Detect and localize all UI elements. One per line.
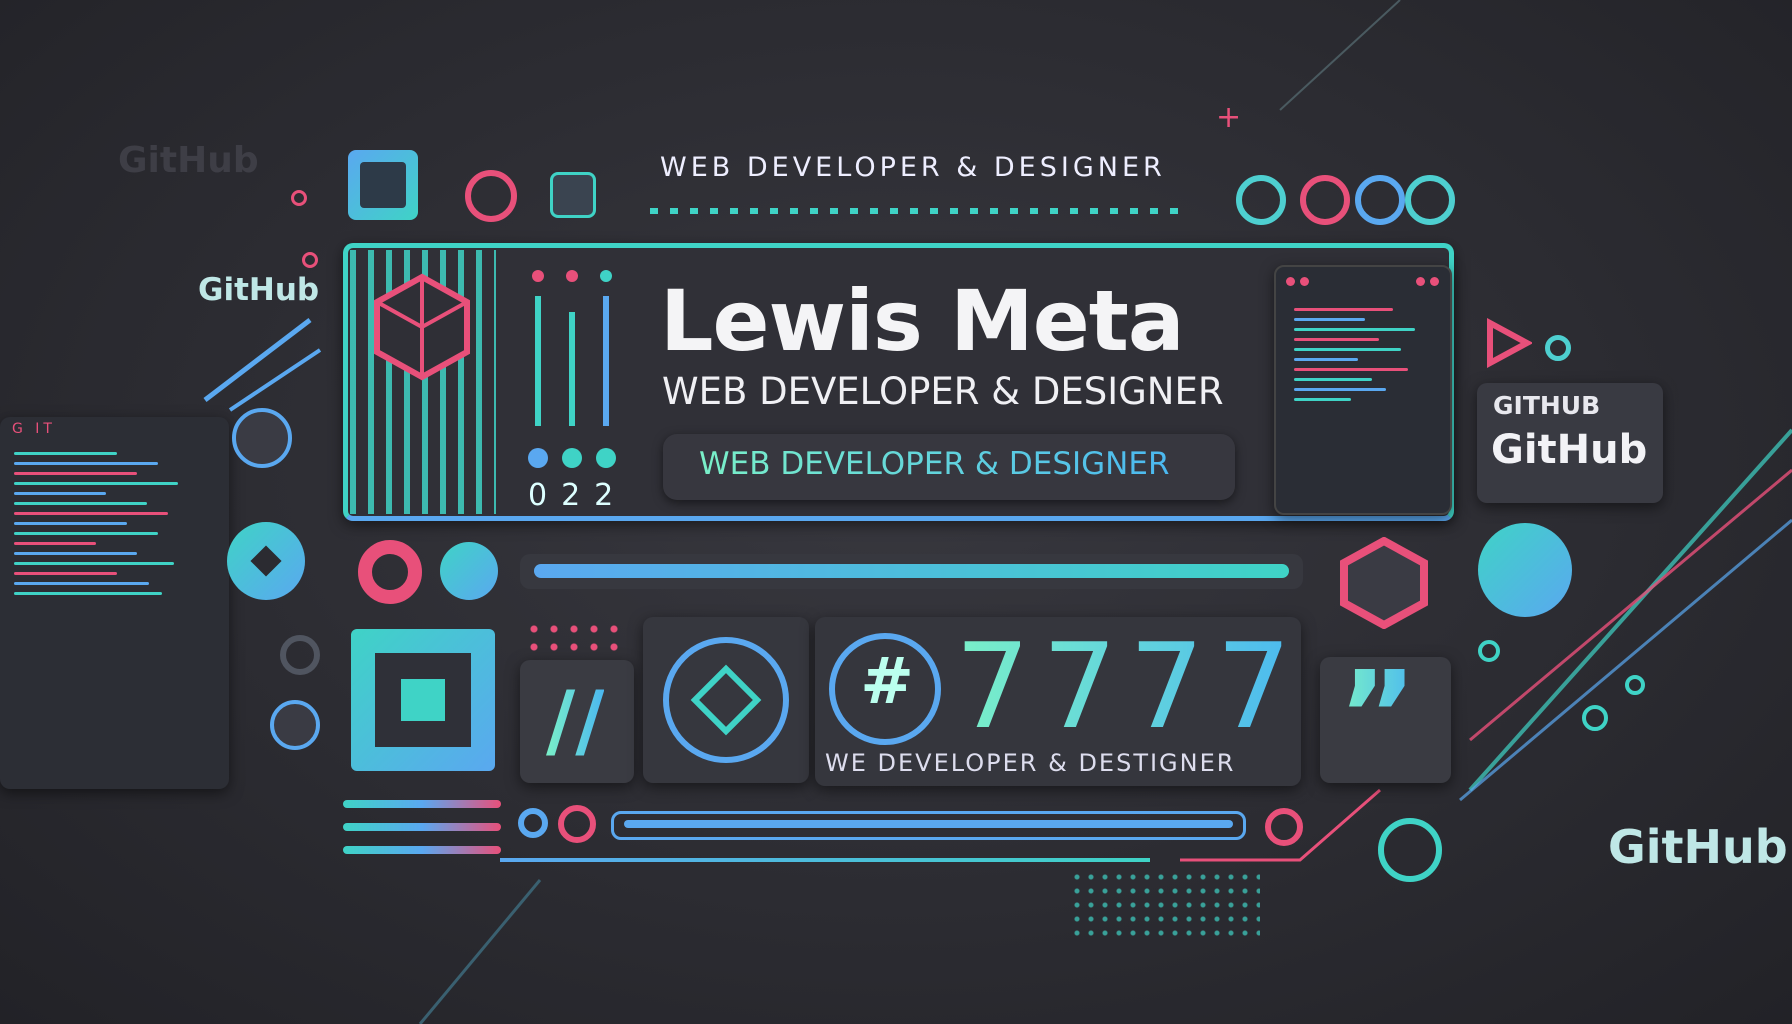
play-icon[interactable] — [232, 408, 292, 468]
slider-group: 022 — [528, 268, 624, 513]
slider-knob[interactable] — [528, 448, 548, 468]
play-icon[interactable] — [1482, 318, 1532, 368]
circle-icon[interactable] — [1236, 175, 1286, 225]
github-faded-label: GitHub — [118, 140, 259, 181]
record-icon[interactable] — [558, 805, 596, 843]
hero-subtitle: WEB DEVELOPER & DESIGNER — [662, 370, 1224, 413]
progress-bar[interactable] — [520, 554, 1303, 589]
slash-card[interactable]: // — [520, 660, 634, 783]
header-tagline: WEB DEVELOPER & DESIGNER — [660, 152, 1166, 183]
dot-grid — [1070, 870, 1260, 940]
particle — [1478, 640, 1500, 662]
circle-icon — [1545, 335, 1571, 361]
circle-icon[interactable] — [1405, 175, 1455, 225]
particle — [1625, 675, 1645, 695]
github-box[interactable]: GITHUB GitHub — [1477, 383, 1663, 503]
left-code-panel: G IT — [0, 417, 229, 789]
cloud-icon[interactable] — [550, 172, 596, 218]
dot-divider — [650, 208, 1190, 214]
circle-icon — [518, 808, 548, 838]
code-window — [1274, 265, 1452, 515]
bottom-bar[interactable] — [611, 811, 1246, 840]
hexagon-icon[interactable] — [1338, 537, 1430, 629]
hexagon-cube-icon — [374, 273, 470, 381]
diag-line — [228, 348, 322, 412]
github-left-label[interactable]: GitHub — [198, 272, 319, 308]
play-circle-icon[interactable] — [440, 542, 498, 600]
record-icon[interactable] — [358, 540, 422, 604]
circle-icon[interactable] — [1300, 175, 1350, 225]
music-icon[interactable] — [270, 700, 320, 750]
diamond-icon[interactable] — [227, 522, 305, 600]
slider-knob[interactable] — [562, 448, 582, 468]
record-icon[interactable] — [465, 170, 517, 222]
slider-track[interactable] — [603, 296, 609, 426]
accent-line — [343, 846, 501, 854]
quote-icon: ” — [1338, 647, 1417, 786]
plus-icon: + — [1216, 100, 1242, 135]
circle-icon[interactable] — [1355, 175, 1405, 225]
slider-track[interactable] — [535, 296, 541, 426]
slider-track[interactable] — [569, 312, 575, 426]
hero-name: Lewis Meta — [660, 272, 1185, 370]
slash-icon: // — [546, 674, 605, 767]
accent-line — [343, 800, 501, 808]
diamond-icon[interactable] — [1478, 523, 1572, 617]
quote-card[interactable]: ” — [1320, 647, 1451, 786]
particle — [302, 252, 318, 268]
accent-line — [500, 858, 1150, 862]
circle-icon[interactable] — [1378, 818, 1442, 882]
diag-line — [418, 879, 542, 1024]
progress-fill — [534, 564, 1289, 578]
role-pill[interactable]: WEB DEVELOPER & DESIGNER — [663, 434, 1235, 500]
role-pill-label: WEB DEVELOPER & DESIGNER — [699, 446, 1170, 482]
stats-caption: WE DEVELOPER & DESTIGNER — [825, 749, 1236, 777]
diag-line — [1279, 0, 1401, 111]
github-box-lower: GitHub — [1491, 427, 1648, 473]
shield-card[interactable] — [643, 617, 809, 783]
particle — [1582, 705, 1608, 731]
slider-digits: 022 — [528, 478, 628, 513]
diag-line — [203, 318, 312, 402]
stats-number: 7777 — [955, 617, 1304, 755]
github-box-upper: GITHUB — [1493, 391, 1601, 420]
particle — [291, 190, 307, 206]
accent-line — [343, 823, 501, 831]
stats-card[interactable]: # 7777 WE DEVELOPER & DESTIGNER — [815, 617, 1301, 786]
image-icon[interactable] — [348, 150, 418, 220]
code-panel-title: G IT — [12, 421, 56, 437]
hash-symbol: # — [860, 645, 914, 719]
slider-knob[interactable] — [596, 448, 616, 468]
folder-icon[interactable] — [351, 629, 495, 771]
github-bottom-right-label[interactable]: GitHub — [1608, 820, 1788, 874]
record-icon[interactable] — [1265, 808, 1303, 846]
circle-icon — [280, 635, 320, 675]
dot-grid — [524, 620, 624, 654]
